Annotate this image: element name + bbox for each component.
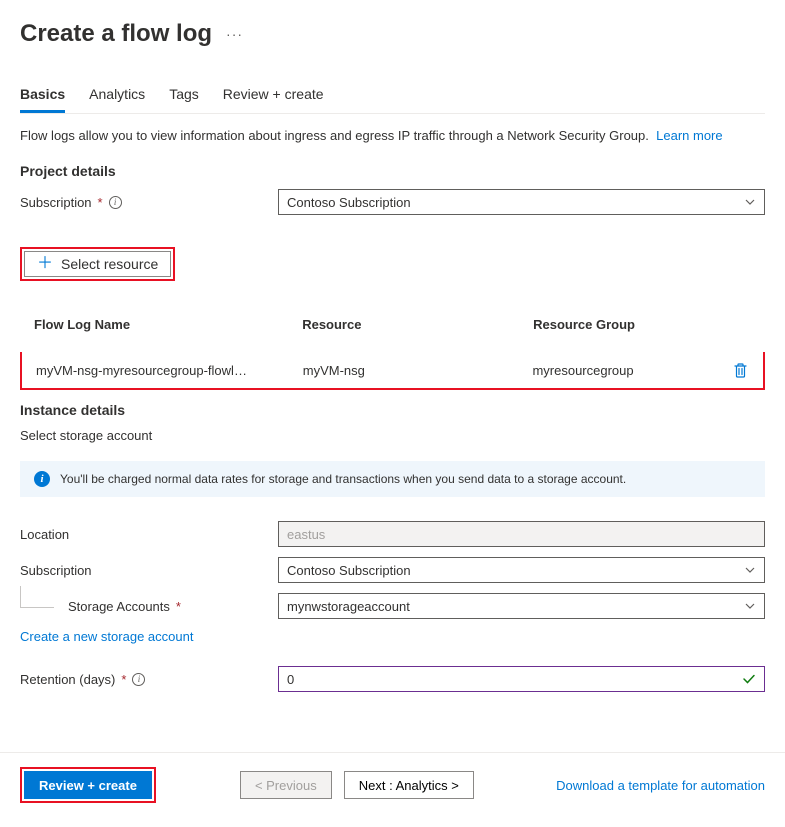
tree-indent-icon (20, 586, 54, 608)
tabs-bar: Basics Analytics Tags Review + create (20, 78, 765, 114)
storage-subscription-control: Contoso Subscription (278, 557, 765, 583)
info-banner-icon: i (34, 471, 50, 487)
storage-account-label-text: Storage Accounts (68, 599, 170, 614)
instance-details-heading: Instance details (20, 402, 765, 418)
info-icon[interactable]: i (132, 673, 145, 686)
retention-value: 0 (287, 672, 294, 687)
resource-table-head: Flow Log Name Resource Resource Group (20, 311, 765, 338)
more-icon[interactable]: ··· (226, 26, 243, 42)
description-row: Flow logs allow you to view information … (20, 128, 765, 143)
info-banner-text: You'll be charged normal data rates for … (60, 472, 626, 486)
location-label-text: Location (20, 527, 69, 542)
storage-subscription-row: Subscription Contoso Subscription (20, 557, 765, 583)
cell-flowlog-name: myVM-nsg-myresourcegroup-flowl… (22, 352, 289, 388)
highlight-box: Review + create (20, 767, 156, 803)
chevron-down-icon (744, 564, 756, 576)
tab-tags[interactable]: Tags (169, 78, 199, 113)
storage-account-value: mynwstorageaccount (287, 599, 410, 614)
required-indicator: * (176, 599, 181, 614)
resource-table: Flow Log Name Resource Resource Group (20, 311, 765, 338)
storage-subscription-label-text: Subscription (20, 563, 92, 578)
delete-icon[interactable] (733, 362, 749, 378)
chevron-down-icon (744, 196, 756, 208)
footer-bar: Review + create < Previous Next : Analyt… (0, 752, 785, 817)
col-resource: Resource (288, 311, 519, 338)
title-row: Create a flow log ··· (20, 20, 765, 48)
storage-account-row: Storage Accounts * mynwstorageaccount (20, 593, 765, 619)
select-storage-subhead: Select storage account (20, 428, 765, 443)
location-label: Location (20, 527, 278, 542)
download-template-link[interactable]: Download a template for automation (556, 778, 765, 793)
retention-control: 0 (278, 666, 765, 692)
retention-input[interactable]: 0 (278, 666, 765, 692)
storage-subscription-value: Contoso Subscription (287, 563, 411, 578)
previous-button: < Previous (240, 771, 332, 799)
review-create-button[interactable]: Review + create (24, 771, 152, 799)
plus-icon: ＋ (37, 256, 53, 272)
cell-resource-group: myresourcegroup (518, 352, 718, 388)
subscription-row: Subscription * i Contoso Subscription (20, 189, 765, 215)
location-control: eastus (278, 521, 765, 547)
retention-label: Retention (days) * i (20, 672, 278, 687)
col-resource-group: Resource Group (519, 311, 720, 338)
storage-account-control: mynwstorageaccount (278, 593, 765, 619)
highlight-box: ＋ Select resource (20, 247, 175, 281)
storage-subscription-select[interactable]: Contoso Subscription (278, 557, 765, 583)
location-row: Location eastus (20, 521, 765, 547)
info-banner: i You'll be charged normal data rates fo… (20, 461, 765, 497)
required-indicator: * (98, 195, 103, 210)
page-title: Create a flow log (20, 20, 212, 48)
required-indicator: * (121, 672, 126, 687)
subscription-label: Subscription * i (20, 195, 278, 210)
select-resource-label: Select resource (61, 256, 158, 272)
create-storage-link[interactable]: Create a new storage account (20, 629, 193, 644)
subscription-value: Contoso Subscription (287, 195, 411, 210)
table-row: myVM-nsg-myresourcegroup-flowl… myVM-nsg… (22, 352, 763, 388)
next-button[interactable]: Next : Analytics > (344, 771, 474, 799)
storage-account-label: Storage Accounts * (20, 599, 278, 614)
learn-more-link[interactable]: Learn more (656, 128, 722, 143)
resource-table-body: myVM-nsg-myresourcegroup-flowl… myVM-nsg… (22, 352, 763, 388)
select-resource-button[interactable]: ＋ Select resource (24, 251, 171, 277)
project-details-heading: Project details (20, 163, 765, 179)
chevron-down-icon (744, 600, 756, 612)
storage-subscription-label: Subscription (20, 563, 278, 578)
location-field: eastus (278, 521, 765, 547)
retention-label-text: Retention (days) (20, 672, 115, 687)
tab-analytics[interactable]: Analytics (89, 78, 145, 113)
location-value: eastus (287, 527, 325, 542)
description-text: Flow logs allow you to view information … (20, 128, 649, 143)
tab-basics[interactable]: Basics (20, 78, 65, 113)
cell-resource: myVM-nsg (289, 352, 519, 388)
tab-review-create[interactable]: Review + create (223, 78, 324, 113)
info-icon[interactable]: i (109, 196, 122, 209)
select-resource-wrap: ＋ Select resource (20, 247, 765, 281)
storage-account-select[interactable]: mynwstorageaccount (278, 593, 765, 619)
subscription-label-text: Subscription (20, 195, 92, 210)
resource-table-header: Flow Log Name Resource Resource Group my… (20, 293, 765, 390)
check-icon (742, 672, 756, 686)
col-flowlog-name: Flow Log Name (20, 311, 288, 338)
resource-table-body-wrap: myVM-nsg-myresourcegroup-flowl… myVM-nsg… (20, 352, 765, 390)
page-root: Create a flow log ··· Basics Analytics T… (0, 0, 785, 692)
subscription-control: Contoso Subscription (278, 189, 765, 215)
retention-row: Retention (days) * i 0 (20, 666, 765, 692)
subscription-select[interactable]: Contoso Subscription (278, 189, 765, 215)
